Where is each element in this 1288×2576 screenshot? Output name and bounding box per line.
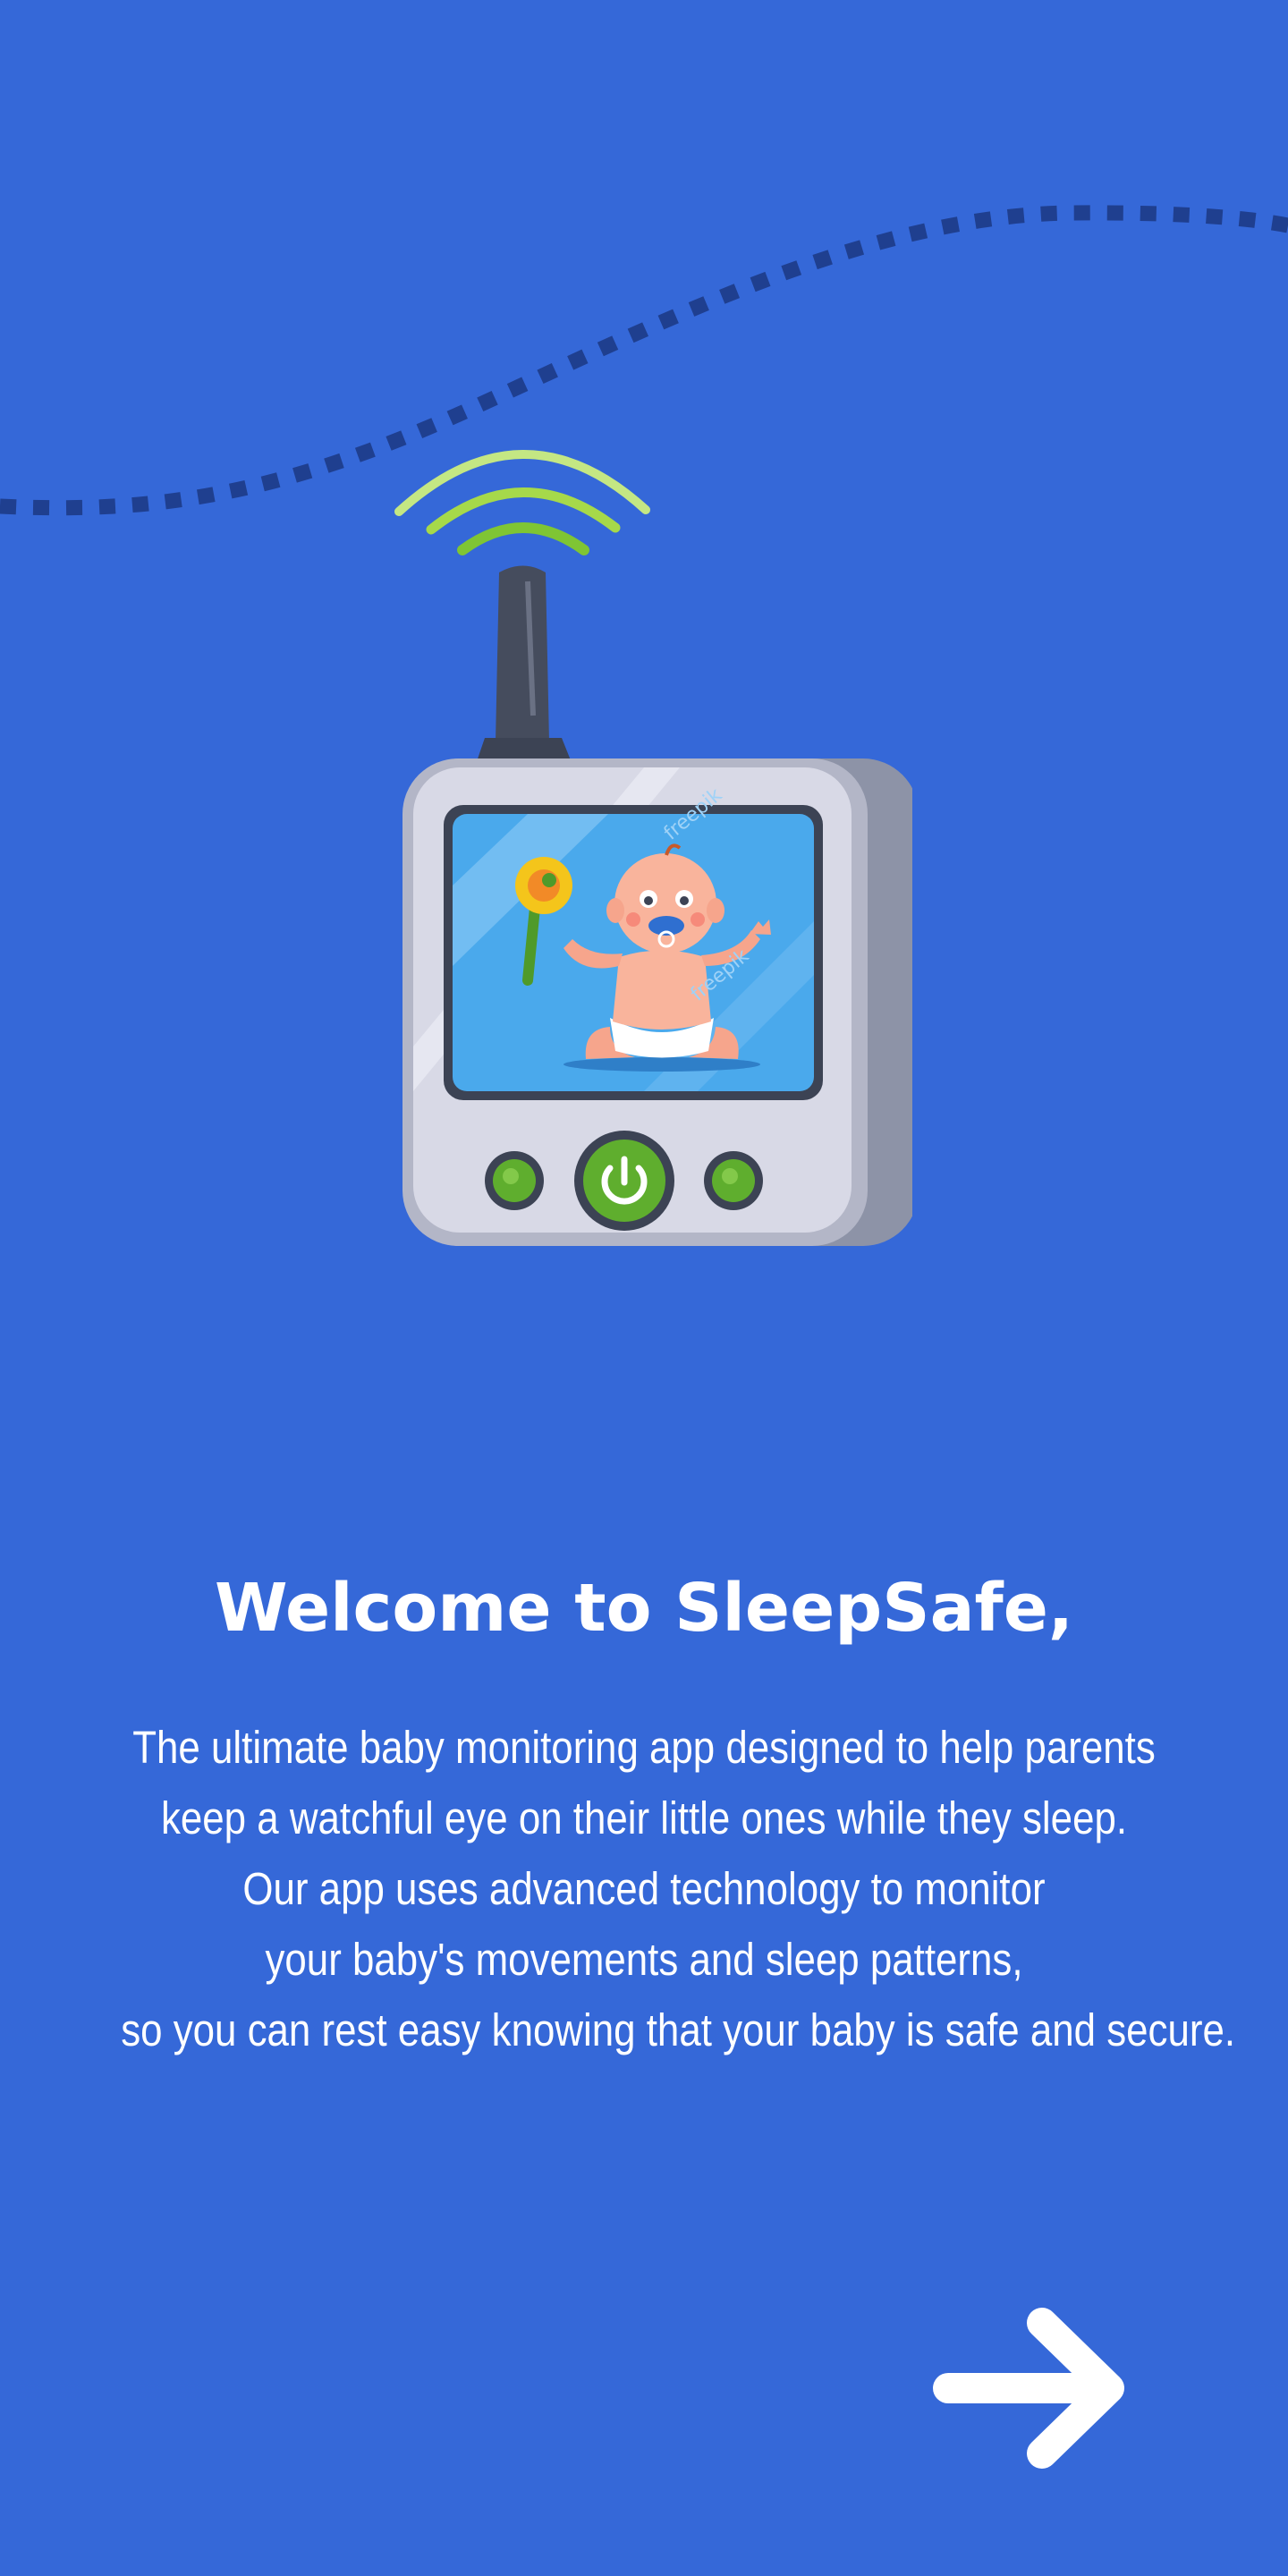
welcome-title: Welcome to SleepSafe, bbox=[214, 1570, 1073, 1647]
next-button[interactable] bbox=[930, 2299, 1136, 2478]
description-line: Our app uses advanced technology to moni… bbox=[242, 1863, 1046, 1914]
welcome-description: The ultimate baby monitoring app designe… bbox=[121, 1712, 1236, 2065]
description-line: keep a watchful eye on their little ones… bbox=[160, 1792, 1128, 1843]
baby-monitor-illustration: freepik freepik bbox=[394, 450, 912, 1246]
description-line: so you can rest easy knowing that your b… bbox=[121, 2004, 1236, 2055]
monitor-screen: freepik freepik bbox=[444, 784, 823, 1100]
signal-waves-icon bbox=[394, 450, 650, 555]
description-line: your baby's movements and sleep patterns… bbox=[265, 1934, 1023, 1985]
onboarding-screen: freepik freepik Welcome to SleepSafe, Th… bbox=[0, 0, 1288, 2576]
arrow-right-icon bbox=[933, 2308, 1124, 2469]
description-line: The ultimate baby monitoring app designe… bbox=[132, 1722, 1156, 1773]
antenna bbox=[474, 565, 574, 769]
